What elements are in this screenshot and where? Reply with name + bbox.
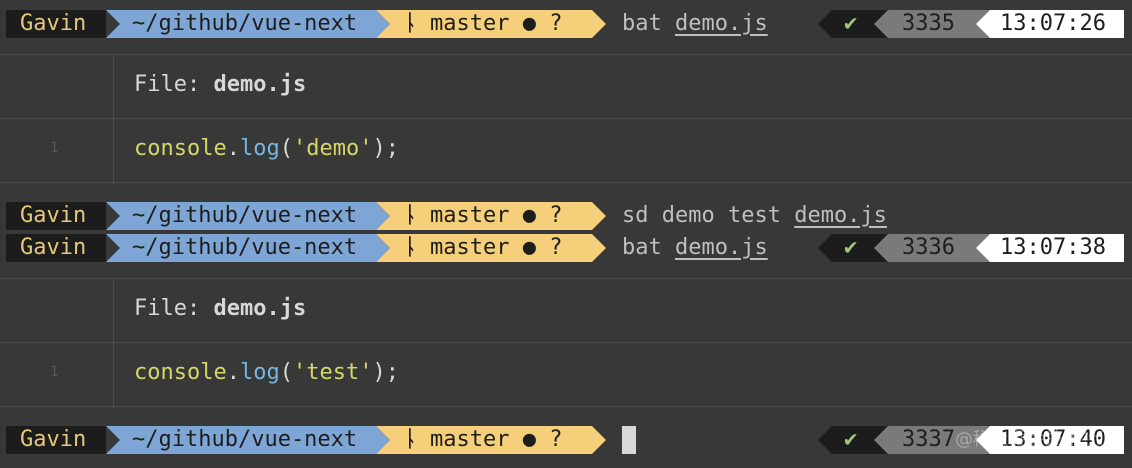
prompt-line: Gavin ~/github/vue-next ᚿ master ● ? bat … (0, 6, 1132, 38)
prompt-path: ~/github/vue-next (106, 234, 390, 262)
prompt-line: Gavin ~/github/vue-next ᚿ master ● ? bat … (0, 230, 1132, 262)
history-count: 3335 (874, 10, 992, 38)
prompt-path: ~/github/vue-next (106, 10, 390, 38)
prompt-user: Gavin (6, 202, 106, 230)
code-line: console.log('demo'); (134, 136, 399, 161)
gutter-divider (113, 278, 114, 408)
prompt-user: Gavin (6, 426, 106, 454)
code-close: ); (372, 360, 399, 385)
code-obj: console (134, 360, 227, 385)
file-name: demo.js (213, 72, 307, 97)
prompt-branch: master ● ? (430, 11, 563, 36)
git-branch-icon: ᚿ (404, 11, 418, 36)
command: bat (622, 11, 662, 36)
terminal-cursor[interactable] (622, 426, 636, 454)
gutter-divider (113, 54, 114, 184)
git-branch-icon: ᚿ (404, 203, 418, 228)
code-close: ); (372, 136, 399, 161)
code-fn: log (239, 136, 280, 161)
git-branch-icon: ᚿ (404, 427, 418, 452)
prompt-time: 13:07:26 (976, 10, 1124, 38)
bat-output: File: demo.js 1 console.log('test'); (0, 278, 1132, 408)
line-number: 1 (50, 364, 59, 380)
prompt-time: 13:07:38 (976, 234, 1124, 262)
code-fn: log (239, 360, 280, 385)
prompt-branch: master ● ? (430, 235, 563, 260)
prompt-user: Gavin (6, 234, 106, 262)
file-label: File: (134, 296, 201, 321)
prompt-git-segment: ᚿ master ● ? (376, 202, 606, 230)
prompt-branch: master ● ? (430, 203, 563, 228)
code-open: ( (279, 136, 293, 161)
bat-output: File: demo.js 1 console.log('demo'); (0, 54, 1132, 184)
file-label: File: (134, 72, 201, 97)
code-string: 'test' (292, 360, 373, 385)
watermark: @稀土掘金技术社区 (955, 429, 1117, 450)
file-header: File: demo.js (134, 296, 306, 321)
prompt-git-segment: ᚿ master ● ? (376, 234, 606, 262)
command-text: sd demo test demo.js (622, 202, 887, 230)
command: sd demo test (622, 203, 781, 228)
command-text: bat demo.js (622, 10, 768, 38)
code-obj: console (134, 136, 227, 161)
rule-bottom (0, 182, 1132, 183)
command-arg: demo.js (675, 235, 768, 260)
rule-bottom (0, 406, 1132, 407)
history-count: 3336 (874, 234, 992, 262)
rule-mid (0, 342, 1132, 343)
code-string: 'demo' (292, 136, 373, 161)
prompt-path: ~/github/vue-next (106, 426, 390, 454)
line-number: 1 (50, 140, 59, 156)
rule-top (0, 278, 1132, 279)
code-line: console.log('test'); (134, 360, 399, 385)
code-dot: . (226, 360, 240, 385)
prompt-user: Gavin (6, 10, 106, 38)
git-branch-icon: ᚿ (404, 235, 418, 260)
command: bat (622, 235, 662, 260)
prompt-path: ~/github/vue-next (106, 202, 390, 230)
prompt-line: Gavin ~/github/vue-next ᚿ master ● ? sd d… (0, 198, 1132, 230)
prompt-git-segment: ᚿ master ● ? (376, 10, 606, 38)
command-arg: demo.js (794, 203, 887, 228)
file-header: File: demo.js (134, 72, 306, 97)
prompt-branch: master ● ? (430, 427, 563, 452)
code-dot: . (226, 136, 240, 161)
rule-top (0, 54, 1132, 55)
code-open: ( (279, 360, 293, 385)
rule-mid (0, 118, 1132, 119)
command-arg: demo.js (675, 11, 768, 36)
command-text: bat demo.js (622, 234, 768, 262)
file-name: demo.js (213, 296, 307, 321)
prompt-git-segment: ᚿ master ● ? (376, 426, 606, 454)
